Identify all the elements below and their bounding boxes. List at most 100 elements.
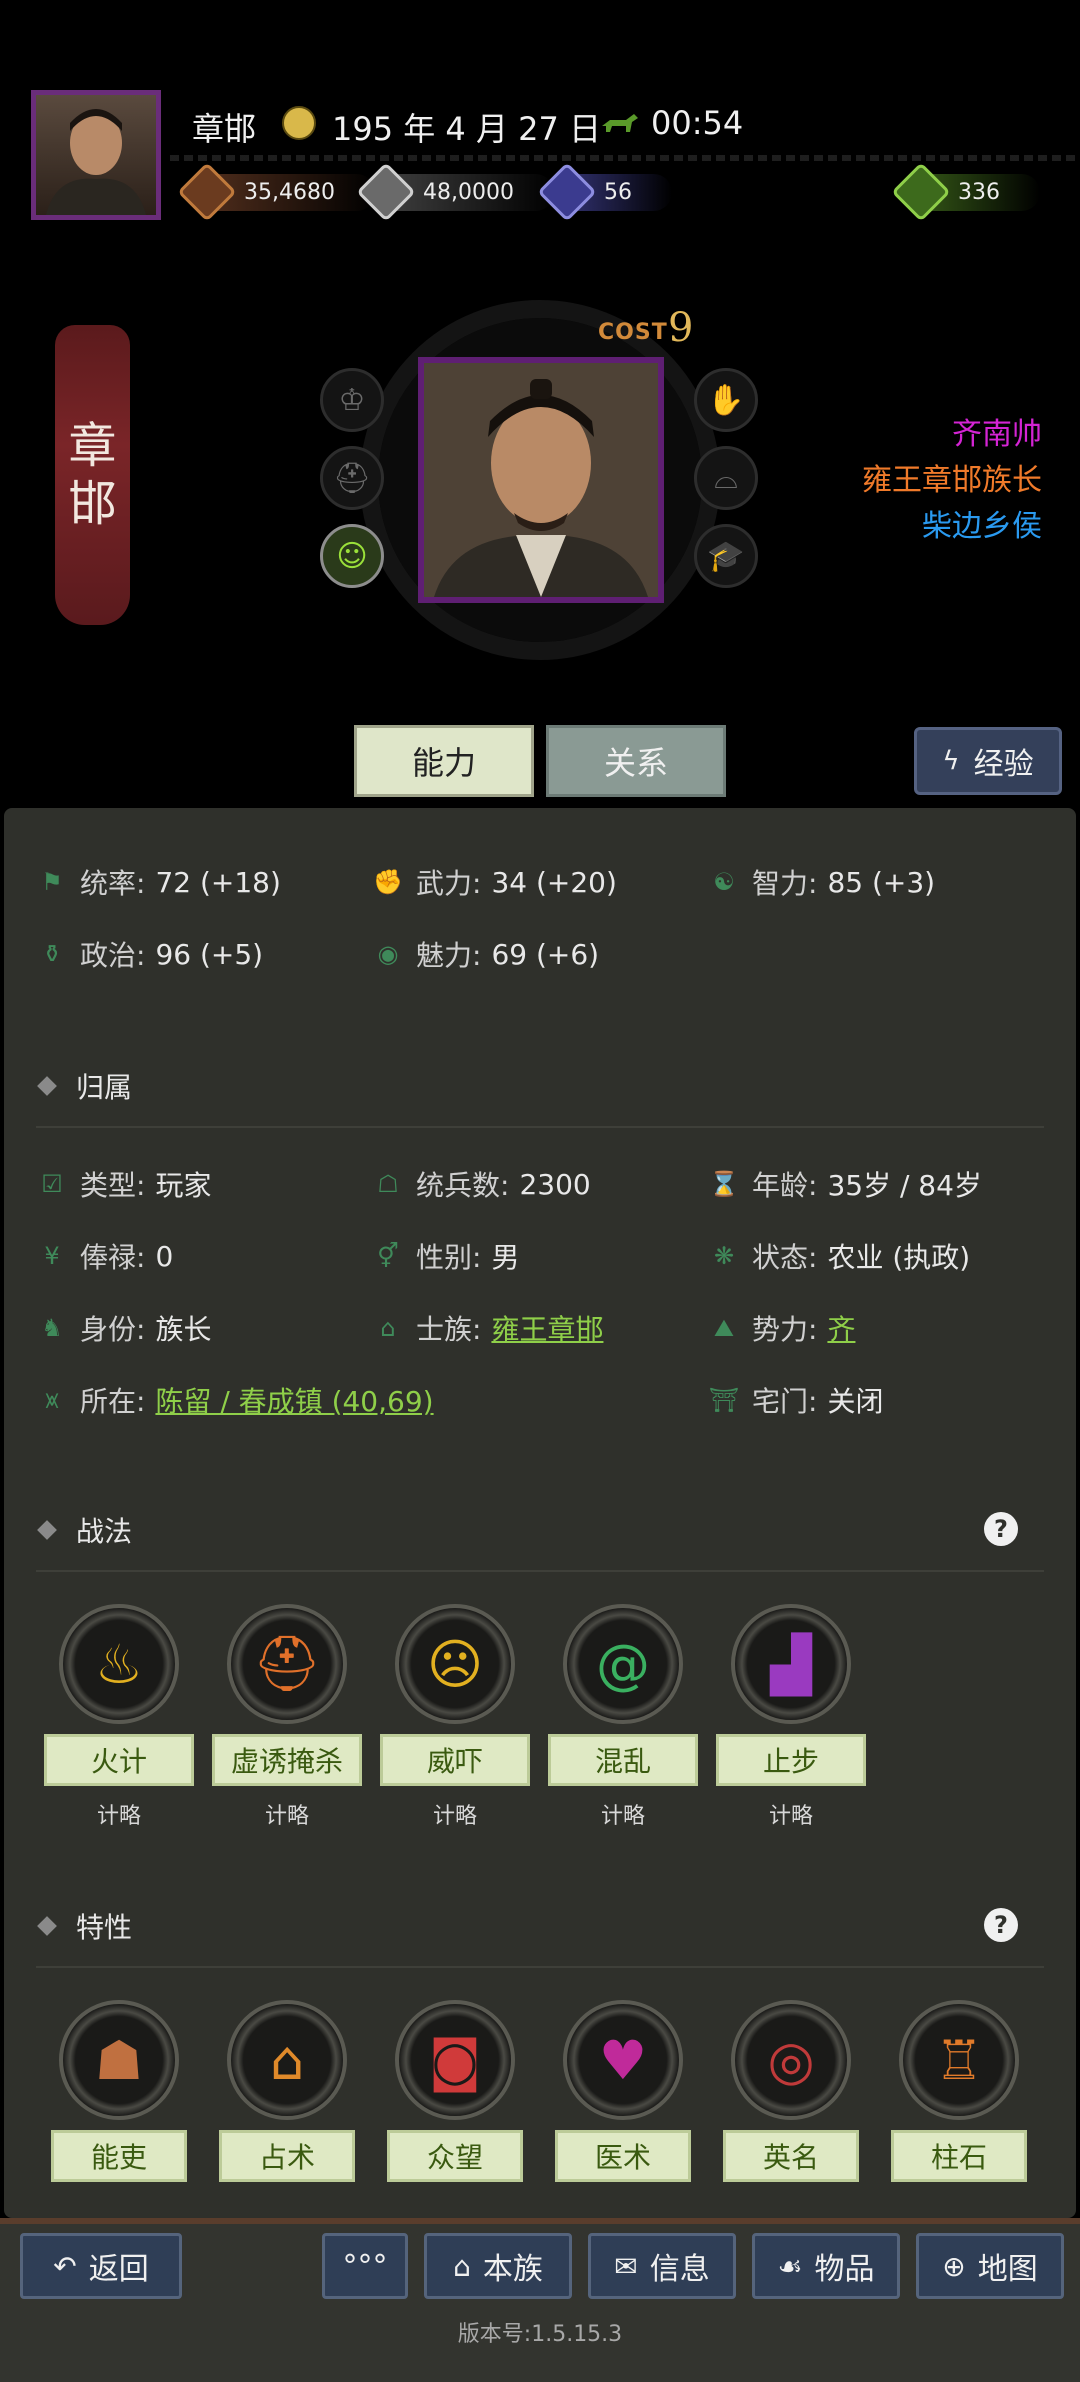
map-label: 地图 — [977, 2252, 1038, 2287]
trait-item[interactable]: ♖ 柱石 — [884, 2000, 1034, 2182]
info-button[interactable]: ✉ 信息 — [588, 2233, 736, 2299]
yen-icon: ¥ — [44, 1242, 60, 1270]
tactic-item[interactable]: ♨ 火计 计略 — [44, 1604, 194, 1830]
faction-link[interactable]: 齐 — [827, 1308, 855, 1348]
helmet-icon[interactable]: ⛑ — [320, 446, 384, 510]
trait-name: 能吏 — [51, 2130, 187, 2182]
clan-button[interactable]: ⌂ 本族 — [424, 2233, 572, 2299]
cost-label: COST — [598, 320, 668, 345]
tab-relation[interactable]: 关系 — [546, 725, 726, 797]
hut-icon: ⌂ — [227, 2000, 347, 2120]
more-button[interactable]: °°° — [322, 2233, 408, 2299]
info-label: 势力: — [752, 1313, 818, 1346]
info-label: 宅门: — [752, 1385, 818, 1418]
flag-icon: ⚑ — [41, 868, 63, 896]
trait-name: 柱石 — [891, 2130, 1027, 2182]
arm-icon: ✊ — [373, 868, 403, 896]
trait-item[interactable]: ⌂ 占术 — [212, 2000, 362, 2182]
statue-icon: ☗ — [59, 2000, 179, 2120]
trait-item[interactable]: ◙ 众望 — [380, 2000, 530, 2182]
food-resource[interactable]: 336 — [891, 162, 1040, 222]
avatar-portrait — [46, 109, 146, 215]
stat-force: ✊ 武力: 34 (+20) — [373, 862, 617, 902]
stat-value: 69 (+6) — [491, 937, 600, 971]
diamond-icon — [37, 1520, 57, 1540]
gender-icon: ⚥ — [377, 1242, 399, 1270]
info-location: ⩙ 所在: 陈留 / 春成镇 (40,69) — [38, 1380, 433, 1420]
tactic-kind: 计略 — [264, 1804, 309, 1829]
map-button[interactable]: ⊕ 地图 — [916, 2233, 1064, 2299]
tactic-name: 混乱 — [548, 1734, 698, 1786]
shield-icon: ◎ — [731, 2000, 851, 2120]
divider — [36, 1966, 1044, 1968]
bag-icon — [891, 162, 951, 222]
info-value: 2300 — [519, 1167, 591, 1201]
tactic-kind: 计略 — [768, 1804, 813, 1829]
title-item: 齐南帅 — [952, 417, 1042, 452]
clan-link[interactable]: 雍王章邯 — [491, 1308, 603, 1348]
stat-value: 85 (+3) — [827, 865, 936, 899]
age-icon: ⌛ — [709, 1170, 739, 1198]
section-traits: 特性 — [37, 1906, 133, 1946]
gold-resource[interactable]: 35,4680 — [177, 162, 375, 222]
diamond-icon — [37, 1916, 57, 1936]
hat-icon[interactable]: ⌓ — [694, 446, 758, 510]
info-value: 男 — [491, 1241, 520, 1274]
info-age: ⌛ 年龄: 35岁 / 84岁 — [709, 1164, 982, 1204]
stat-label: 武力: — [416, 867, 482, 900]
section-title: 特性 — [76, 1911, 133, 1944]
swirl-icon: @ — [563, 1604, 683, 1724]
trait-item[interactable]: ♥ 医术 — [548, 2000, 698, 2182]
items-label: 物品 — [814, 2252, 875, 2287]
player-avatar[interactable] — [31, 90, 161, 220]
info-clan: ⌂ 士族: 雍王章邯 — [374, 1308, 603, 1348]
info-gender: ⚥ 性别: 男 — [374, 1236, 519, 1276]
mountain-icon: ⛰ — [713, 1314, 735, 1342]
pot-icon: ⚱ — [41, 940, 63, 968]
beast-icon[interactable]: ☺ — [320, 524, 384, 588]
info-value: 0 — [155, 1239, 174, 1273]
trait-name: 英名 — [723, 2130, 859, 2182]
silver-value: 48,0000 — [397, 173, 554, 211]
info-value: 族长 — [155, 1313, 212, 1346]
trait-item[interactable]: ☗ 能吏 — [44, 2000, 194, 2182]
drum-icon: ◙ — [395, 2000, 515, 2120]
traits-help-button[interactable]: ? — [984, 1908, 1018, 1942]
title-item: 雍王章邯族长 — [862, 463, 1042, 498]
name-banner: 章 邯 — [55, 325, 130, 625]
stat-value: 96 (+5) — [155, 937, 264, 971]
silver-resource[interactable]: 48,0000 — [356, 162, 554, 222]
tactic-item[interactable]: ⛑ 虚诱掩杀 计略 — [212, 1604, 362, 1830]
banner-char: 邯 — [68, 476, 117, 532]
back-button[interactable]: ↶ 返回 — [20, 2233, 182, 2299]
stat-label: 智力: — [752, 867, 818, 900]
tactic-name: 火计 — [44, 1734, 194, 1786]
diamond-icon — [37, 1076, 57, 1096]
location-link[interactable]: 陈留 / 春成镇 (40,69) — [155, 1380, 433, 1420]
character-portrait — [418, 357, 664, 603]
tactic-item[interactable]: ▟ 止步 计略 — [716, 1604, 866, 1830]
hand-icon[interactable]: ✋ — [694, 368, 758, 432]
soldier-resource[interactable]: 56 — [537, 162, 672, 222]
crown-icon[interactable]: ♔ — [320, 368, 384, 432]
tab-ability[interactable]: 能力 — [354, 725, 534, 797]
items-button[interactable]: ☙ 物品 — [752, 2233, 900, 2299]
info-faction: ⛰ 势力: 齐 — [710, 1308, 856, 1348]
gold-value: 35,4680 — [218, 173, 375, 211]
scholar-cap-icon[interactable]: 🎓 — [694, 524, 758, 588]
divider — [170, 155, 1080, 161]
bag-icon: ☙ — [777, 2249, 803, 2283]
trait-item[interactable]: ◎ 英名 — [716, 2000, 866, 2182]
info-label: 统兵数: — [416, 1169, 510, 1202]
trait-name: 众望 — [387, 2130, 523, 2182]
tactic-item[interactable]: @ 混乱 计略 — [548, 1604, 698, 1830]
info-value: 农业 (执政) — [827, 1241, 971, 1274]
version-label: 版本号:1.5.15.3 — [457, 2322, 623, 2347]
tactics-help-button[interactable]: ? — [984, 1512, 1018, 1546]
tactic-item[interactable]: ☹ 威吓 计略 — [380, 1604, 530, 1830]
calendar-icon — [282, 106, 316, 140]
info-label: 身份: — [80, 1313, 146, 1346]
soldier-icon — [537, 162, 597, 222]
experience-button[interactable]: ϟ 经验 — [914, 727, 1062, 795]
tactic-name: 止步 — [716, 1734, 866, 1786]
